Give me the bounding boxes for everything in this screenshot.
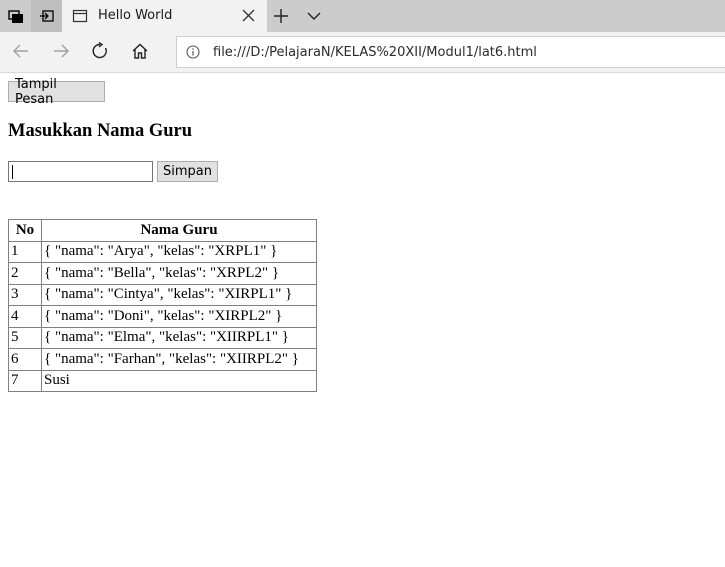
close-tab-icon[interactable] [242, 9, 255, 22]
forward-arrow-icon[interactable] [52, 42, 70, 60]
row-nama-guru: { "nama": "Elma", "kelas": "XIIRPL1" } [41, 326, 317, 349]
info-icon[interactable] [186, 45, 200, 59]
tab-title: Hello World [98, 8, 173, 23]
row-number: 2 [8, 262, 42, 285]
table-row: 6 { "nama": "Farhan", "kelas": "XIIRPL2"… [8, 348, 317, 371]
row-number: 3 [8, 283, 42, 306]
home-icon[interactable] [131, 42, 149, 60]
row-nama-guru: { "nama": "Doni", "kelas": "XIRPL2" } [41, 305, 317, 328]
chevron-down-icon[interactable] [306, 9, 322, 23]
set-aside-tabs-button[interactable] [31, 0, 62, 32]
back-arrow-icon[interactable] [12, 42, 30, 60]
navigation-bar: file:///D:/PelajaraN/KELAS%20XII/Modul1/… [0, 32, 725, 73]
text-caret [12, 165, 13, 179]
row-number: 4 [8, 305, 42, 328]
row-nama-guru: { "nama": "Farhan", "kelas": "XIIRPL2" } [41, 348, 317, 371]
tab-manager-icon [7, 10, 23, 23]
page-icon [72, 9, 88, 23]
simpan-button[interactable]: Simpan [157, 161, 218, 182]
table-header-row: No Nama Guru [8, 219, 317, 242]
row-number: 1 [8, 240, 42, 263]
row-number: 7 [8, 369, 42, 392]
guru-table: No Nama Guru 1 { "nama": "Arya", "kelas"… [8, 219, 317, 392]
row-number: 5 [8, 326, 42, 349]
table-row: 2 { "nama": "Bella", "kelas": "XRPL2" } [8, 262, 317, 285]
row-number: 6 [8, 348, 42, 371]
address-bar[interactable]: file:///D:/PelajaraN/KELAS%20XII/Modul1/… [176, 36, 725, 68]
tab-manager-button[interactable] [0, 0, 31, 32]
row-nama-guru: { "nama": "Arya", "kelas": "XRPL1" } [41, 240, 317, 263]
page-content: Tampil Pesan Masukkan Nama Guru Simpan N… [0, 73, 725, 567]
column-header-nama-guru: Nama Guru [41, 219, 317, 242]
tampil-pesan-button[interactable]: Tampil Pesan [8, 77, 105, 107]
row-nama-guru: { "nama": "Cintya", "kelas": "XIRPL1" } [41, 283, 317, 306]
url-text: file:///D:/PelajaraN/KELAS%20XII/Modul1/… [213, 45, 537, 60]
row-nama-guru: { "nama": "Bella", "kelas": "XRPL2" } [41, 262, 317, 285]
table-row: 4 { "nama": "Doni", "kelas": "XIRPL2" } [8, 305, 317, 328]
nama-guru-input[interactable] [8, 161, 153, 182]
table-row: 7 Susi [8, 369, 317, 392]
set-aside-icon [39, 10, 54, 22]
table-row: 3 { "nama": "Cintya", "kelas": "XIRPL1" … [8, 283, 317, 306]
page-heading: Masukkan Nama Guru [8, 121, 193, 141]
column-header-no: No [8, 219, 42, 242]
table-row: 1 { "nama": "Arya", "kelas": "XRPL1" } [8, 240, 317, 263]
refresh-icon[interactable] [91, 42, 109, 60]
row-nama-guru: Susi [41, 369, 317, 392]
active-tab[interactable]: Hello World [62, 0, 267, 32]
table-row: 5 { "nama": "Elma", "kelas": "XIIRPL1" } [8, 326, 317, 349]
new-tab-icon[interactable] [273, 8, 289, 24]
tab-strip: Hello World [0, 0, 725, 32]
